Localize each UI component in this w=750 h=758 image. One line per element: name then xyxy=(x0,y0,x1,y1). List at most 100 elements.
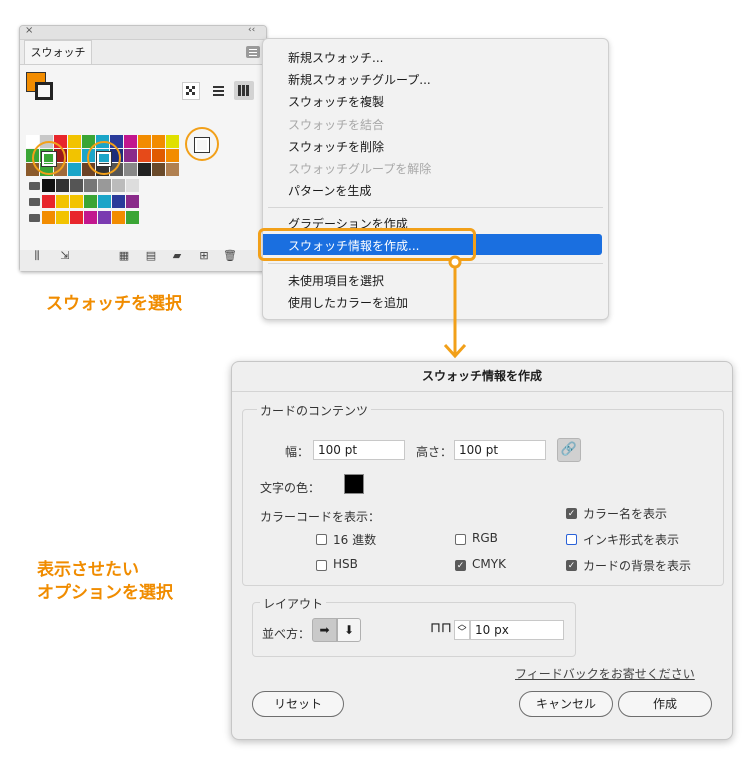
swatch-cell[interactable] xyxy=(126,211,139,224)
swatch-cell[interactable] xyxy=(138,163,151,176)
swatch-cell[interactable] xyxy=(124,163,137,176)
menu-item-duplicate[interactable]: スウォッチを複製 xyxy=(288,93,384,110)
tab-swatches[interactable]: スウォッチ xyxy=(24,40,92,65)
swatch-cell[interactable] xyxy=(166,135,179,148)
new-swatch-icon[interactable]: ⊞ xyxy=(197,249,211,263)
swatch-cell[interactable] xyxy=(70,195,83,208)
swatch-cell[interactable] xyxy=(56,179,69,192)
swatch-cell[interactable] xyxy=(166,163,179,176)
swatch-group-folder-icon[interactable] xyxy=(29,182,40,190)
width-input[interactable]: 100 pt xyxy=(313,440,405,460)
swatch-cell[interactable] xyxy=(124,149,137,162)
hex-label: 16 進数 xyxy=(333,533,377,547)
inks-label: インキ形式を表示 xyxy=(583,533,680,547)
menu-item-new-swatch[interactable]: 新規スウォッチ... xyxy=(288,49,383,66)
menu-separator xyxy=(268,207,603,208)
color-name-checkbox[interactable]: ✓ xyxy=(566,508,577,519)
list-view-icon[interactable] xyxy=(210,82,227,99)
card-bg-label: カードの背景を表示 xyxy=(583,559,692,573)
swatch-cell[interactable] xyxy=(70,211,83,224)
menu-item-select-unused[interactable]: 未使用項目を選択 xyxy=(288,272,384,289)
hsb-checkbox[interactable] xyxy=(316,560,327,571)
inks-checkbox[interactable] xyxy=(566,534,577,545)
swatch-group-folder-icon[interactable] xyxy=(29,198,40,206)
swatch-cell[interactable] xyxy=(70,179,83,192)
trash-icon[interactable]: 🗑 xyxy=(223,249,237,263)
swatch-cell[interactable] xyxy=(84,211,97,224)
card-bg-checkbox[interactable]: ✓ xyxy=(566,560,577,571)
swatch-cell[interactable] xyxy=(56,195,69,208)
link-icon[interactable]: 🔗 xyxy=(557,438,581,462)
grid-view-icon[interactable] xyxy=(234,81,254,100)
panel-flyout-menu: 新規スウォッチ... 新規スウォッチグループ... スウォッチを複製 スウォッチ… xyxy=(262,38,609,320)
library-menu-icon[interactable]: ⫼ xyxy=(30,249,44,263)
swatch-cell[interactable] xyxy=(68,149,81,162)
swatch-cell[interactable] xyxy=(56,211,69,224)
swatch-cell[interactable] xyxy=(42,179,55,192)
swatch-cell[interactable] xyxy=(112,211,125,224)
swatch-cell[interactable] xyxy=(112,195,125,208)
swatch-cell[interactable] xyxy=(42,195,55,208)
swatch-cell[interactable] xyxy=(98,195,111,208)
cmyk-label: CMYK xyxy=(472,557,506,571)
cmyk-checkbox[interactable]: ✓ xyxy=(455,560,466,571)
collapse-icon[interactable]: ‹‹ xyxy=(248,25,255,35)
swatch-cell[interactable] xyxy=(98,179,111,192)
selection-highlight-yellow xyxy=(87,141,121,175)
swatch-cell[interactable] xyxy=(68,163,81,176)
reset-button[interactable]: リセット xyxy=(252,691,344,717)
callout-arrow xyxy=(443,255,467,359)
swatch-kind-icon[interactable]: ▦ xyxy=(117,249,131,263)
stroke-swatch[interactable] xyxy=(35,82,53,100)
annotation-options-line1: 表示させたい xyxy=(37,560,139,580)
swatches-panel: × ‹‹ スウォッチ ⫼ ⇲ ▦ ▤ ▰ ⊞ 🗑 xyxy=(19,25,267,272)
panel-menu-icon[interactable] xyxy=(246,46,260,58)
new-group-icon[interactable]: ▰ xyxy=(170,249,184,263)
swatch-cell[interactable] xyxy=(126,195,139,208)
text-color-swatch[interactable] xyxy=(344,474,364,494)
menu-item-delete[interactable]: スウォッチを削除 xyxy=(288,138,384,155)
swatch-cell[interactable] xyxy=(138,149,151,162)
rgb-checkbox[interactable] xyxy=(455,534,466,545)
swatch-cell[interactable] xyxy=(126,179,139,192)
height-input[interactable]: 100 pt xyxy=(454,440,546,460)
swatch-cell[interactable] xyxy=(124,135,137,148)
menu-item-add-used-colors[interactable]: 使用したカラーを追加 xyxy=(288,294,408,311)
spacing-input[interactable]: 10 px xyxy=(470,620,564,640)
colorcode-label: カラーコードを表示： xyxy=(260,510,381,524)
swatch-cell[interactable] xyxy=(152,135,165,148)
swatch-cell[interactable] xyxy=(112,179,125,192)
rgb-label: RGB xyxy=(472,531,498,545)
arrange-vertical-icon[interactable]: ⬇ xyxy=(337,618,361,642)
close-icon[interactable]: × xyxy=(25,25,33,36)
swatch-options-icon[interactable]: ▤ xyxy=(144,249,158,263)
hex-checkbox[interactable] xyxy=(316,534,327,545)
menu-item-ungroup: スウォッチグループを解除 xyxy=(288,162,432,176)
annotation-options-line2: オプションを選択 xyxy=(37,583,173,603)
cancel-button[interactable]: キャンセル xyxy=(519,691,613,717)
dialog-title: スウォッチ情報を作成 xyxy=(232,362,732,392)
swatch-cell[interactable] xyxy=(68,135,81,148)
spacing-icon: ⊓⊓ xyxy=(430,620,452,636)
swatch-cell[interactable] xyxy=(84,195,97,208)
swatch-cell[interactable] xyxy=(138,135,151,148)
place-swatches-icon[interactable]: ⇲ xyxy=(58,249,72,263)
spacing-stepper[interactable]: ︿ ﹀ xyxy=(454,620,470,640)
menu-separator xyxy=(268,263,603,264)
swatch-cell[interactable] xyxy=(166,149,179,162)
hsb-label: HSB xyxy=(333,557,358,571)
swatch-library-icon[interactable] xyxy=(182,82,200,100)
swatch-cell[interactable] xyxy=(152,149,165,162)
arrange-label: 並べ方： xyxy=(262,627,311,641)
swatch-cell[interactable] xyxy=(98,211,111,224)
arrange-horizontal-icon[interactable]: ➡ xyxy=(312,618,337,642)
menu-item-make-pattern[interactable]: パターンを生成 xyxy=(288,182,371,199)
swatch-cell[interactable] xyxy=(42,211,55,224)
swatch-cell[interactable] xyxy=(84,179,97,192)
menu-item-new-group[interactable]: 新規スウォッチグループ... xyxy=(288,71,431,88)
annotation-select-swatches: スウォッチを選択 xyxy=(46,294,182,314)
create-button[interactable]: 作成 xyxy=(618,691,712,717)
feedback-link[interactable]: フィードバックをお寄せください xyxy=(515,665,695,682)
swatch-cell[interactable] xyxy=(152,163,165,176)
swatch-group-folder-icon[interactable] xyxy=(29,214,40,222)
